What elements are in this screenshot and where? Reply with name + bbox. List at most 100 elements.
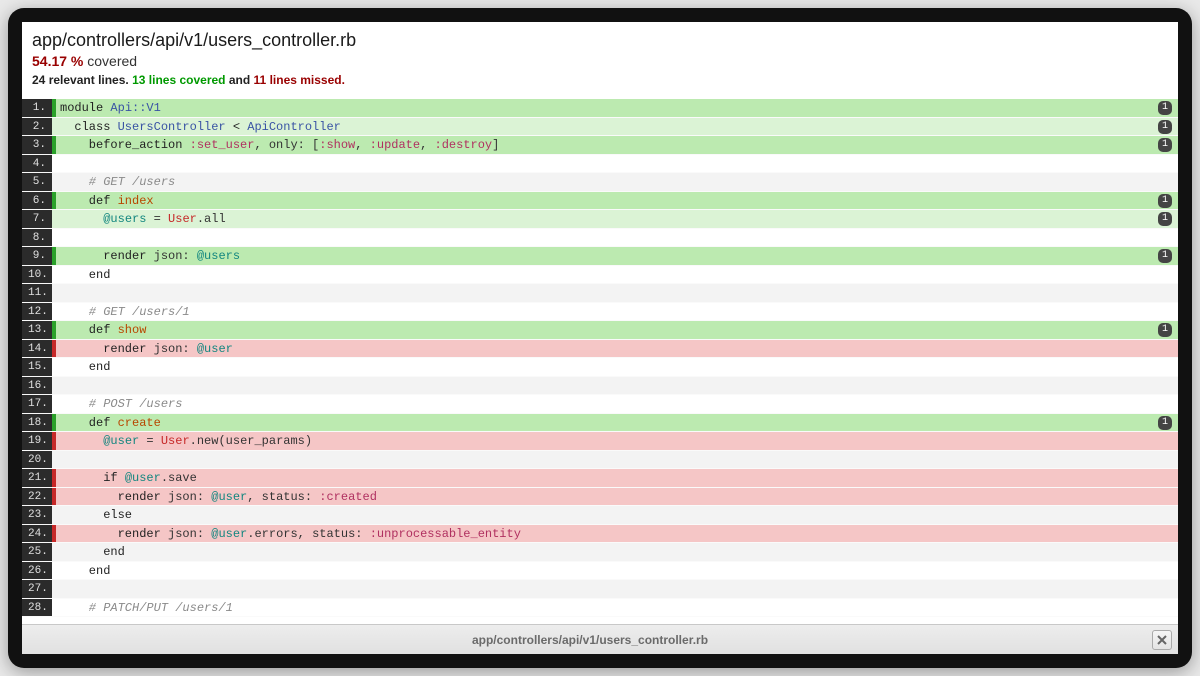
line-content: # GET /users xyxy=(56,173,1178,191)
file-path: app/controllers/api/v1/users_controller.… xyxy=(32,30,1168,51)
code-line: 16. xyxy=(22,377,1178,396)
line-number: 4. xyxy=(22,155,52,173)
line-content: module Api::V11 xyxy=(56,99,1178,117)
hit-count-badge: 1 xyxy=(1158,249,1172,263)
hit-count-badge: 1 xyxy=(1158,212,1172,226)
code-line: 10. end xyxy=(22,266,1178,285)
line-content: # GET /users/1 xyxy=(56,303,1178,321)
coverage-summary: 54.17 % covered xyxy=(32,53,1168,69)
code-line: 23. else xyxy=(22,506,1178,525)
code-line: 27. xyxy=(22,580,1178,599)
relevant-lines-label: relevant lines. xyxy=(49,73,129,87)
hit-count-badge: 1 xyxy=(1158,120,1172,134)
hit-count-badge: 1 xyxy=(1158,138,1172,152)
covered-label: covered xyxy=(87,53,137,69)
line-number: 1. xyxy=(22,99,52,117)
line-content: end xyxy=(56,562,1178,580)
hit-count-badge: 1 xyxy=(1158,194,1172,208)
line-content: @users = User.all1 xyxy=(56,210,1178,228)
line-content: def create1 xyxy=(56,414,1178,432)
line-content: def index1 xyxy=(56,192,1178,210)
code-line: 17. # POST /users xyxy=(22,395,1178,414)
line-content: end xyxy=(56,358,1178,376)
code-line: 26. end xyxy=(22,562,1178,581)
line-number: 3. xyxy=(22,136,52,154)
line-content: class UsersController < ApiController1 xyxy=(56,118,1178,136)
line-content xyxy=(56,284,1178,302)
lines-covered-label: lines covered xyxy=(149,73,226,87)
line-number: 23. xyxy=(22,506,52,524)
code-line: 12. # GET /users/1 xyxy=(22,303,1178,322)
lines-covered-count: 13 xyxy=(132,73,145,87)
code-line: 22. render json: @user, status: :created xyxy=(22,488,1178,507)
line-content: end xyxy=(56,266,1178,284)
coverage-stats: 24 relevant lines. 13 lines covered and … xyxy=(32,73,1168,93)
code-line: 1.module Api::V11 xyxy=(22,99,1178,118)
dialog-footer: app/controllers/api/v1/users_controller.… xyxy=(22,624,1178,654)
code-line: 28. # PATCH/PUT /users/1 xyxy=(22,599,1178,618)
line-content: render json: @user xyxy=(56,340,1178,358)
code-line: 15. end xyxy=(22,358,1178,377)
line-number: 7. xyxy=(22,210,52,228)
lines-missed-label: lines missed. xyxy=(270,73,345,87)
lines-missed-count: 11 xyxy=(254,73,267,87)
line-number: 6. xyxy=(22,192,52,210)
code-line: 11. xyxy=(22,284,1178,303)
line-number: 25. xyxy=(22,543,52,561)
line-number: 15. xyxy=(22,358,52,376)
line-number: 9. xyxy=(22,247,52,265)
line-number: 18. xyxy=(22,414,52,432)
hit-count-badge: 1 xyxy=(1158,323,1172,337)
line-number: 17. xyxy=(22,395,52,413)
line-content: else xyxy=(56,506,1178,524)
line-content xyxy=(56,229,1178,247)
line-content xyxy=(56,451,1178,469)
line-content xyxy=(56,580,1178,598)
line-number: 27. xyxy=(22,580,52,598)
line-number: 11. xyxy=(22,284,52,302)
code-line: 21. if @user.save xyxy=(22,469,1178,488)
line-number: 19. xyxy=(22,432,52,450)
code-line: 2. class UsersController < ApiController… xyxy=(22,118,1178,137)
code-line: 6. def index1 xyxy=(22,192,1178,211)
line-number: 2. xyxy=(22,118,52,136)
close-icon xyxy=(1156,634,1168,646)
code-line: 13. def show1 xyxy=(22,321,1178,340)
source-code-listing[interactable]: 1.module Api::V112. class UsersControlle… xyxy=(22,99,1178,624)
line-content: @user = User.new(user_params) xyxy=(56,432,1178,450)
code-line: 25. end xyxy=(22,543,1178,562)
close-button[interactable] xyxy=(1152,630,1172,650)
dialog-title: app/controllers/api/v1/users_controller.… xyxy=(28,633,1152,647)
line-number: 13. xyxy=(22,321,52,339)
code-line: 9. render json: @users1 xyxy=(22,247,1178,266)
code-line: 7. @users = User.all1 xyxy=(22,210,1178,229)
line-number: 10. xyxy=(22,266,52,284)
code-line: 24. render json: @user.errors, status: :… xyxy=(22,525,1178,544)
line-content: # POST /users xyxy=(56,395,1178,413)
coverage-percent: 54.17 % xyxy=(32,53,83,69)
code-line: 14. render json: @user xyxy=(22,340,1178,359)
line-number: 5. xyxy=(22,173,52,191)
line-number: 28. xyxy=(22,599,52,617)
source-viewer-window: app/controllers/api/v1/users_controller.… xyxy=(8,8,1192,668)
line-number: 16. xyxy=(22,377,52,395)
relevant-lines-count: 24 xyxy=(32,73,45,87)
code-line: 3. before_action :set_user, only: [:show… xyxy=(22,136,1178,155)
line-content xyxy=(56,155,1178,173)
line-number: 8. xyxy=(22,229,52,247)
code-line: 20. xyxy=(22,451,1178,470)
hit-count-badge: 1 xyxy=(1158,101,1172,115)
hit-count-badge: 1 xyxy=(1158,416,1172,430)
line-number: 24. xyxy=(22,525,52,543)
line-content: end xyxy=(56,543,1178,561)
source-viewer-panel: app/controllers/api/v1/users_controller.… xyxy=(22,22,1178,654)
line-number: 14. xyxy=(22,340,52,358)
line-content: # PATCH/PUT /users/1 xyxy=(56,599,1178,617)
line-content xyxy=(56,377,1178,395)
line-content: before_action :set_user, only: [:show, :… xyxy=(56,136,1178,154)
file-header: app/controllers/api/v1/users_controller.… xyxy=(22,22,1178,99)
and-word: and xyxy=(229,73,250,87)
line-number: 20. xyxy=(22,451,52,469)
line-number: 12. xyxy=(22,303,52,321)
line-number: 21. xyxy=(22,469,52,487)
